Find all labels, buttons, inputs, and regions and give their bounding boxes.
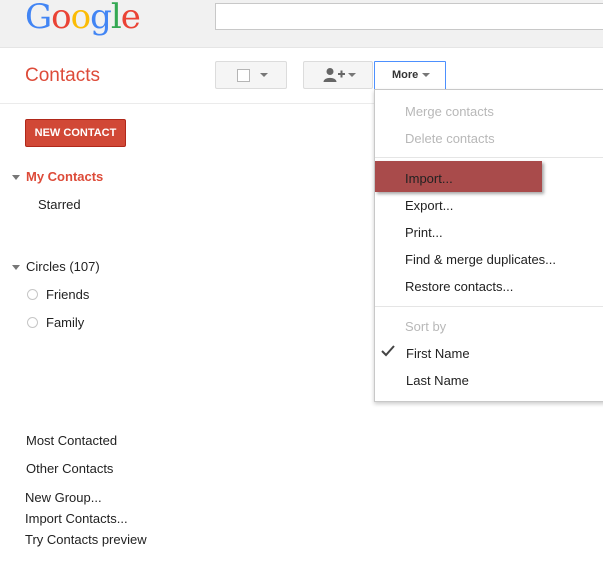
sidebar-item-circles[interactable]: Circles (107) bbox=[26, 259, 100, 274]
menu-item-merge-contacts: Merge contacts bbox=[405, 104, 494, 119]
import-contacts-link[interactable]: Import Contacts... bbox=[25, 511, 128, 526]
app-title[interactable]: Contacts bbox=[25, 65, 100, 87]
top-bar: Google bbox=[0, 0, 603, 48]
more-menu: Merge contacts Delete contacts Import...… bbox=[374, 89, 603, 402]
menu-item-print[interactable]: Print... bbox=[405, 225, 443, 240]
menu-label-sort-by: Sort by bbox=[405, 319, 447, 334]
search-input[interactable] bbox=[215, 3, 603, 30]
circle-icon bbox=[27, 289, 38, 300]
more-button-label: More bbox=[392, 69, 419, 81]
logo-letter: l bbox=[110, 0, 122, 37]
circle-icon bbox=[27, 317, 38, 328]
menu-divider bbox=[375, 306, 603, 307]
triangle-down-icon[interactable] bbox=[12, 175, 20, 180]
sidebar-item-my-contacts[interactable]: My Contacts bbox=[26, 169, 103, 184]
sidebar-item-most-contacted[interactable]: Most Contacted bbox=[26, 433, 117, 448]
sidebar-item-starred[interactable]: Starred bbox=[38, 197, 81, 212]
chevron-down-icon bbox=[422, 73, 430, 77]
menu-item-export[interactable]: Export... bbox=[405, 198, 453, 213]
menu-item-first-name[interactable]: First Name bbox=[406, 346, 470, 361]
logo-letter: g bbox=[90, 0, 112, 37]
menu-item-restore-contacts[interactable]: Restore contacts... bbox=[405, 279, 513, 294]
sidebar-item-friends[interactable]: Friends bbox=[46, 287, 89, 302]
new-group-link[interactable]: New Group... bbox=[25, 490, 102, 505]
checkbox[interactable] bbox=[237, 69, 250, 82]
logo-letter: o bbox=[51, 0, 72, 37]
checkmark-icon bbox=[381, 345, 395, 357]
menu-item-last-name[interactable]: Last Name bbox=[406, 373, 469, 388]
logo-letter: o bbox=[70, 0, 92, 37]
select-checkbox-button[interactable] bbox=[215, 61, 287, 89]
try-contacts-preview-link[interactable]: Try Contacts preview bbox=[25, 532, 147, 547]
sidebar-item-other-contacts[interactable]: Other Contacts bbox=[26, 461, 113, 476]
logo-letter: G bbox=[25, 0, 52, 37]
chevron-down-icon bbox=[348, 73, 356, 77]
new-contact-button[interactable]: NEW CONTACT bbox=[25, 119, 126, 147]
triangle-down-icon[interactable] bbox=[12, 265, 20, 270]
chevron-down-icon bbox=[260, 73, 268, 77]
menu-divider bbox=[375, 157, 603, 158]
more-button[interactable]: More bbox=[374, 61, 446, 90]
google-logo[interactable]: Google bbox=[25, 0, 141, 37]
sidebar-item-family[interactable]: Family bbox=[46, 315, 84, 330]
menu-item-highlight bbox=[375, 161, 542, 192]
add-person-icon bbox=[323, 68, 345, 82]
add-to-circles-button[interactable] bbox=[303, 61, 373, 89]
menu-item-import[interactable]: Import... bbox=[405, 171, 453, 186]
logo-letter: e bbox=[120, 0, 141, 37]
menu-item-delete-contacts: Delete contacts bbox=[405, 131, 495, 146]
menu-item-find-merge-duplicates[interactable]: Find & merge duplicates... bbox=[405, 252, 556, 267]
